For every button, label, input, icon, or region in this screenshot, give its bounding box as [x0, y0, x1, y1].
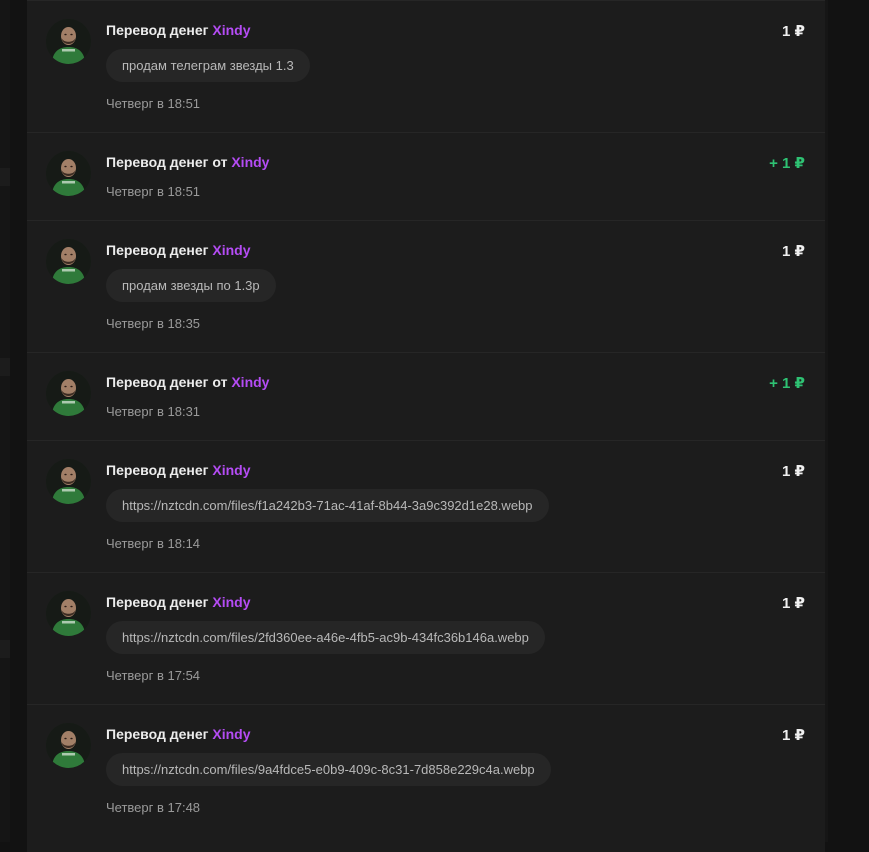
avatar-photo	[46, 19, 91, 64]
avatar-photo	[46, 371, 91, 416]
transaction-row[interactable]: Перевод денег от Xindy + 1 ₽ Четверг в 1…	[27, 132, 825, 220]
transaction-amount: + 1 ₽	[769, 155, 805, 172]
left-panel-divider	[0, 358, 10, 376]
user-avatar[interactable]	[46, 239, 91, 284]
username-link[interactable]: Xindy	[231, 154, 269, 170]
message-bubble: https://nztcdn.com/files/2fd360ee-a46e-4…	[106, 621, 545, 654]
transaction-title: Перевод денег Xindy	[106, 726, 251, 742]
scrollbar-track[interactable]	[825, 0, 828, 842]
user-avatar[interactable]	[46, 723, 91, 768]
transaction-amount: 1 ₽	[782, 23, 805, 40]
message-bubble: https://nztcdn.com/files/9a4fdce5-e0b9-4…	[106, 753, 551, 786]
transaction-type: Перевод денег	[106, 726, 209, 742]
username-link[interactable]: Xindy	[212, 242, 250, 258]
transaction-amount: 1 ₽	[782, 243, 805, 260]
transaction-time: Четверг в 18:35	[106, 316, 201, 331]
transaction-time: Четверг в 18:31	[106, 404, 201, 419]
right-panel	[825, 0, 869, 842]
user-avatar[interactable]	[46, 19, 91, 64]
message-bubble: продам телеграм звезды 1.3	[106, 49, 310, 82]
transaction-row[interactable]: Перевод денег Xindy 1 ₽ продам звезды по…	[27, 220, 825, 352]
avatar-photo	[46, 459, 91, 504]
transaction-row[interactable]: Перевод денег Xindy 1 ₽ https://nztcdn.c…	[27, 704, 825, 836]
transaction-time: Четверг в 17:54	[106, 668, 201, 683]
transaction-row[interactable]: Перевод денег Xindy 1 ₽ https://nztcdn.c…	[27, 440, 825, 572]
transaction-title: Перевод денег Xindy	[106, 242, 251, 258]
transaction-type: Перевод денег	[106, 594, 209, 610]
transaction-time: Четверг в 18:51	[106, 96, 201, 111]
transaction-title: Перевод денег от Xindy	[106, 154, 269, 170]
transaction-type: Перевод денег от	[106, 154, 228, 170]
left-panel-divider	[0, 168, 10, 186]
transaction-time: Четверг в 18:14	[106, 536, 201, 551]
transaction-amount: 1 ₽	[782, 727, 805, 744]
transaction-amount: 1 ₽	[782, 595, 805, 612]
transaction-time: Четверг в 18:51	[106, 184, 201, 199]
left-panel-edge	[0, 0, 10, 842]
transaction-amount: + 1 ₽	[769, 375, 805, 392]
user-avatar[interactable]	[46, 371, 91, 416]
avatar-photo	[46, 239, 91, 284]
transaction-title: Перевод денег Xindy	[106, 594, 251, 610]
transaction-row[interactable]: Перевод денег от Xindy + 1 ₽ Четверг в 1…	[27, 352, 825, 440]
transaction-type: Перевод денег	[106, 242, 209, 258]
username-link[interactable]: Xindy	[212, 462, 250, 478]
transaction-row[interactable]: Перевод денег Xindy 1 ₽ https://nztcdn.c…	[27, 572, 825, 704]
user-avatar[interactable]	[46, 459, 91, 504]
avatar-photo	[46, 151, 91, 196]
avatar-photo	[46, 591, 91, 636]
transaction-title: Перевод денег от Xindy	[106, 374, 269, 390]
message-bubble: продам звезды по 1.3р	[106, 269, 276, 302]
transaction-title: Перевод денег Xindy	[106, 22, 251, 38]
transaction-row[interactable]: Перевод денег Xindy 1 ₽ продам телеграм …	[27, 0, 825, 132]
user-avatar[interactable]	[46, 151, 91, 196]
left-panel-divider	[0, 640, 10, 658]
message-bubble: https://nztcdn.com/files/f1a242b3-71ac-4…	[106, 489, 549, 522]
transaction-title: Перевод денег Xindy	[106, 462, 251, 478]
transaction-type: Перевод денег	[106, 462, 209, 478]
avatar-photo	[46, 723, 91, 768]
transaction-type: Перевод денег	[106, 22, 209, 38]
transaction-time: Четверг в 17:48	[106, 800, 201, 815]
transaction-type: Перевод денег от	[106, 374, 228, 390]
user-avatar[interactable]	[46, 591, 91, 636]
username-link[interactable]: Xindy	[212, 594, 250, 610]
transactions-feed: Перевод денег Xindy 1 ₽ продам телеграм …	[27, 0, 825, 852]
transaction-amount: 1 ₽	[782, 463, 805, 480]
username-link[interactable]: Xindy	[231, 374, 269, 390]
username-link[interactable]: Xindy	[212, 726, 250, 742]
username-link[interactable]: Xindy	[212, 22, 250, 38]
